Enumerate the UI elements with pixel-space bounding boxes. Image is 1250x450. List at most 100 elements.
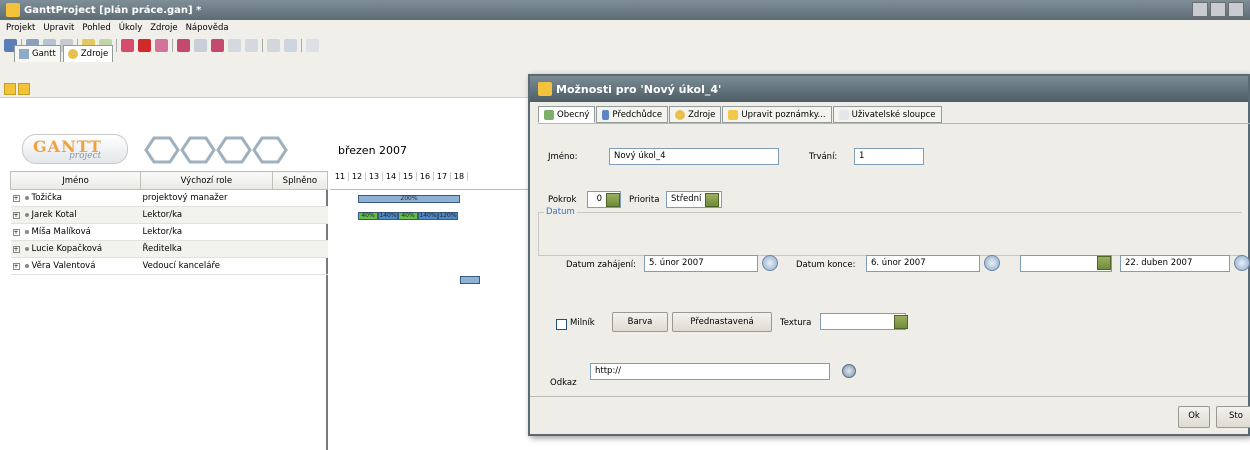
- tab-zdroje-dialog[interactable]: Zdroje: [669, 106, 722, 123]
- delete-icon[interactable]: [138, 39, 151, 52]
- window-title: GanttProject [plán práce.gan] *: [24, 4, 202, 16]
- zoom-out-icon[interactable]: [228, 39, 241, 52]
- general-icon: [544, 109, 554, 120]
- load-bar[interactable]: 140%: [378, 212, 398, 220]
- columns-icon: [838, 109, 849, 120]
- toolbar-separator: [262, 39, 263, 52]
- logo-subtext: project: [69, 151, 102, 161]
- chevron-down-icon[interactable]: [1097, 256, 1111, 270]
- expand-icon[interactable]: +: [12, 263, 20, 270]
- column-header-role[interactable]: Výchozí role: [140, 171, 273, 190]
- tab-label: Zdroje: [688, 109, 716, 120]
- duration-field[interactable]: 1: [854, 148, 924, 165]
- table-row[interactable]: + Jarek Kotal Lektor/ka: [10, 206, 328, 224]
- resource-icon: [24, 195, 29, 200]
- color-button[interactable]: Barva: [612, 312, 668, 332]
- resource-role: Lektor/ka: [140, 206, 273, 224]
- expand-icon[interactable]: +: [12, 212, 20, 219]
- arrow-right-icon[interactable]: [211, 39, 224, 52]
- day-label: 15: [400, 172, 417, 181]
- table-row[interactable]: + Lucie Kopačková Ředitelka: [10, 240, 328, 258]
- load-bar-label: 120%: [439, 212, 457, 219]
- spinner-arrows-icon[interactable]: [606, 193, 620, 207]
- load-bar[interactable]: 140%: [418, 212, 438, 220]
- minimize-button[interactable]: [1192, 2, 1208, 17]
- menu-upravit[interactable]: Upravit: [39, 23, 78, 33]
- day-label: 11: [332, 172, 349, 181]
- load-bar[interactable]: [460, 276, 480, 284]
- milestone-checkbox[interactable]: [556, 319, 567, 330]
- day-label: 13: [366, 172, 383, 181]
- chevron-down-icon[interactable]: [705, 193, 719, 207]
- move-up-icon[interactable]: [4, 83, 16, 95]
- end-date-field[interactable]: 6. únor 2007: [866, 255, 980, 272]
- globe-icon[interactable]: [842, 364, 856, 378]
- toolbar-separator: [172, 39, 173, 52]
- tab-poznamky[interactable]: Upravit poznámky...: [722, 106, 832, 123]
- menu-pohled[interactable]: Pohled: [78, 23, 114, 33]
- column-header-name[interactable]: Jméno: [10, 171, 141, 190]
- expand-icon[interactable]: +: [12, 195, 20, 202]
- date-group-title: Datum: [544, 207, 577, 217]
- column-header-done[interactable]: Splněno: [271, 171, 329, 190]
- ok-button[interactable]: Ok: [1178, 406, 1210, 428]
- resource-name: Věra Valentová: [31, 261, 96, 271]
- view-tabs: Gantt Zdroje: [14, 45, 114, 62]
- tab-zdroje[interactable]: Zdroje: [62, 45, 114, 62]
- tab-gantt-label: Gantt: [32, 49, 56, 59]
- milestone-label: Milník: [570, 318, 595, 328]
- tab-obecny[interactable]: Obecný: [538, 106, 596, 123]
- hexagon-pattern-icon: [144, 136, 288, 164]
- table-row[interactable]: + Tožička projektový manažer: [10, 189, 328, 207]
- tab-label: Obecný: [557, 109, 590, 120]
- calendar-icon[interactable]: [984, 255, 1000, 271]
- load-bar[interactable]: 200%: [358, 195, 460, 203]
- gantt-icon: [19, 49, 29, 59]
- calendar-icon[interactable]: [762, 255, 778, 271]
- link-field[interactable]: http://: [590, 363, 830, 380]
- dialog-footer-divider: [530, 396, 1248, 397]
- ganttproject-app-icon: [6, 3, 20, 17]
- day-label: 18: [451, 172, 468, 181]
- center-icon[interactable]: [194, 39, 207, 52]
- link-label: Odkaz: [550, 378, 577, 388]
- constraint-date-field[interactable]: 22. duben 2007: [1120, 255, 1230, 272]
- close-button[interactable]: [1228, 2, 1244, 17]
- tab-predchudce[interactable]: Předchůdce: [596, 106, 669, 123]
- menu-projekt[interactable]: Projekt: [2, 23, 39, 33]
- table-row[interactable]: + Věra Valentová Vedoucí kanceláře: [10, 257, 328, 275]
- undo-icon[interactable]: [306, 39, 319, 52]
- storno-button[interactable]: Sto: [1216, 406, 1250, 428]
- menu-zdroje[interactable]: Zdroje: [146, 23, 181, 33]
- arrow-left-icon[interactable]: [177, 39, 190, 52]
- move-down-icon[interactable]: [18, 83, 30, 95]
- tab-label: Upravit poznámky...: [741, 109, 826, 120]
- default-button[interactable]: Přednastavená: [672, 312, 772, 332]
- resources-icon: [675, 109, 686, 120]
- maximize-button[interactable]: [1210, 2, 1226, 17]
- expand-icon[interactable]: +: [12, 246, 20, 253]
- resource-subtoolbar: [0, 80, 560, 98]
- task-properties-icon[interactable]: [155, 39, 168, 52]
- table-row[interactable]: + Míša Malíková Lektor/ka: [10, 223, 328, 241]
- menu-napoveda[interactable]: Nápověda: [182, 23, 233, 33]
- load-bar[interactable]: 40%: [358, 212, 378, 220]
- calendar-icon[interactable]: [1234, 255, 1250, 271]
- load-bar[interactable]: 40%: [398, 212, 418, 220]
- critical-path-icon[interactable]: [267, 39, 280, 52]
- load-bar[interactable]: 120%: [438, 212, 458, 220]
- menu-ukoly[interactable]: Úkoly: [115, 23, 146, 33]
- expand-icon[interactable]: +: [12, 229, 20, 236]
- baseline-icon[interactable]: [284, 39, 297, 52]
- zoom-in-icon[interactable]: [245, 39, 258, 52]
- start-date-field[interactable]: 5. únor 2007: [644, 255, 758, 272]
- task-name-field[interactable]: Nový úkol_4: [609, 148, 779, 165]
- link-tasks-icon[interactable]: [121, 39, 134, 52]
- resource-role: projektový manažer: [140, 189, 273, 207]
- resource-done: [272, 223, 328, 241]
- chevron-down-icon[interactable]: [894, 315, 908, 329]
- dialog-titlebar[interactable]: Možnosti pro 'Nový úkol_4': [530, 76, 1248, 102]
- tab-uzivatelske-sloupce[interactable]: Uživatelské sloupce: [832, 106, 942, 123]
- tab-gantt[interactable]: Gantt: [14, 45, 61, 62]
- resource-role: Vedoucí kanceláře: [140, 257, 273, 275]
